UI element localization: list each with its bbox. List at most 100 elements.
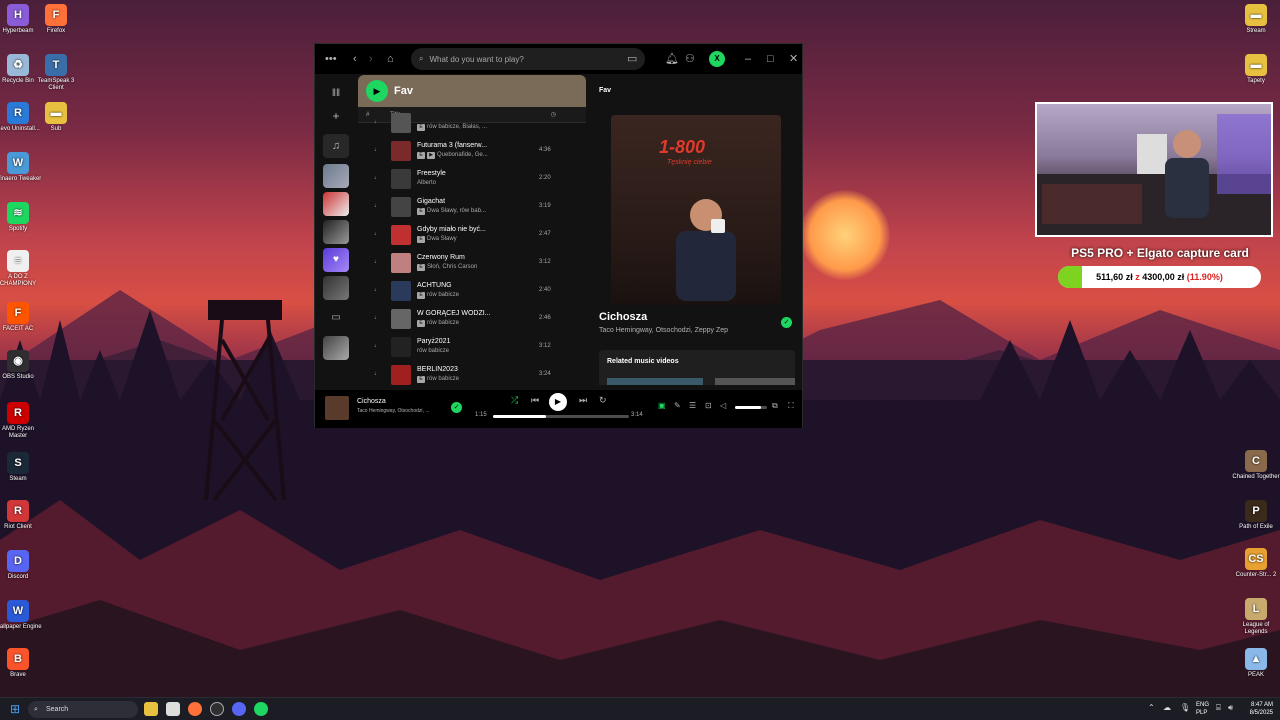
desktop-icon-league-of-legends[interactable]: L League of Legends — [1232, 598, 1280, 636]
desktop-icon-a-do-z-championy[interactable]: ≡ A DO Z CHAMPIONY — [0, 250, 42, 288]
song-title[interactable]: Cichosza — [599, 311, 647, 323]
desktop-icon-counter-str-2[interactable]: CS Counter-Str... 2 — [1232, 548, 1280, 579]
desktop-icon-discord[interactable]: D Discord — [0, 550, 42, 581]
connect-device-icon[interactable]: ⊡ — [705, 401, 712, 410]
taskbar-search[interactable]: ⌕ Search — [28, 701, 138, 718]
player-saved-check-icon[interactable]: ✓ — [451, 402, 462, 413]
repeat-icon[interactable]: ↻ — [599, 395, 607, 406]
desktop-icon-winaero-tweaker[interactable]: W Winaero Tweaker — [0, 152, 42, 183]
track-artists[interactable]: E ▶ Quebonafide, Ge... — [417, 152, 488, 159]
track-title[interactable]: BERLIN2023 — [417, 366, 458, 373]
discord-taskbar-icon[interactable] — [232, 702, 246, 716]
track-title[interactable]: Gdyby miało nie być... — [417, 226, 486, 233]
sidebar-playlist-5[interactable] — [323, 336, 349, 360]
desktop-icon-teamspeak-3-client[interactable]: T TeamSpeak 3 Client — [32, 54, 80, 92]
browse-icon[interactable]: ▭ — [627, 44, 637, 74]
next-track-icon[interactable]: ⏭ — [579, 395, 587, 406]
queue-icon[interactable]: ☰ — [689, 401, 696, 410]
desktop-icon-firefox[interactable]: F Firefox — [32, 4, 80, 35]
desktop-icon-obs-studio[interactable]: ◉ OBS Studio — [0, 350, 42, 381]
play-button[interactable]: ▶ — [366, 80, 388, 102]
minimize-icon[interactable]: – — [745, 44, 751, 74]
track-title[interactable]: Czerwony Rum — [417, 254, 465, 261]
sidebar-playlist-1[interactable] — [323, 164, 349, 188]
music-note-icon[interactable]: ♫ — [323, 134, 349, 158]
track-row[interactable]: ♩ Gdyby miało nie być... E Dwa Sławy 2:47 — [358, 221, 586, 249]
desktop-icon-spotify[interactable]: ≋ Spotify — [0, 202, 42, 233]
network-icon[interactable]: ⌸ — [1216, 703, 1221, 713]
track-row[interactable]: ♩ Freestyle Alberto 2:20 — [358, 165, 586, 193]
player-album-art[interactable] — [325, 396, 349, 420]
maximize-icon[interactable]: □ — [767, 44, 774, 74]
track-artists[interactable]: Alberto — [417, 180, 436, 186]
notifications-bell-icon[interactable]: 🔔︎ — [665, 44, 679, 74]
desktop-icon-amd-ryzen-master[interactable]: R AMD Ryzen Master — [0, 402, 42, 440]
saved-check-icon[interactable]: ✓ — [781, 317, 792, 328]
track-title[interactable]: W GORĄCEJ WODZI... — [417, 310, 491, 317]
back-arrow-icon[interactable]: ‹ — [353, 44, 357, 74]
tray-chevron-icon[interactable]: ⌃ — [1148, 703, 1155, 712]
spotify-taskbar-icon[interactable] — [254, 702, 268, 716]
previous-track-icon[interactable]: ⏮ — [531, 395, 539, 406]
fullscreen-icon[interactable]: ⛶ — [788, 401, 794, 411]
track-artists[interactable]: Erów babicze — [417, 292, 459, 299]
desktop-icon-steam[interactable]: S Steam — [0, 452, 42, 483]
volume-icon[interactable]: ◁ — [720, 401, 726, 410]
player-track-artists[interactable]: Taco Hemingway, Otsochodzi, ... — [357, 408, 429, 414]
track-artists[interactable]: Erów babicze, Białas, ... — [417, 124, 487, 131]
track-row[interactable]: ♩ Futurama 3 (fanserw... E ▶ Quebonafide, Ge… — [358, 137, 586, 165]
track-artists[interactable]: E Dwa Sławy — [417, 236, 457, 243]
friends-activity-icon[interactable]: ⚇ — [685, 44, 695, 74]
track-row[interactable]: ♩ Gigachat E Dwa Sławy, rów bab... 3:19 — [358, 193, 586, 221]
track-title[interactable]: Paryż2021 — [417, 338, 450, 345]
track-row[interactable]: ♩ BERLIN2023 Erów babicze 3:24 — [358, 361, 586, 385]
volume-slider[interactable] — [735, 406, 767, 409]
desktop-icon-sub[interactable]: ▬ Sub — [32, 102, 80, 133]
create-playlist-icon[interactable]: + — [323, 104, 349, 128]
progress-bar[interactable] — [493, 415, 629, 418]
desktop-icon-faceit-ac[interactable]: F FACEIT AC — [0, 302, 42, 333]
desktop-icon-peak[interactable]: ▲ PEAK — [1232, 648, 1280, 679]
store-icon[interactable] — [166, 702, 180, 716]
track-title[interactable]: Freestyle — [417, 170, 446, 177]
track-title[interactable]: Futurama 3 (fanserw... — [417, 142, 487, 149]
firefox-taskbar-icon[interactable] — [188, 702, 202, 716]
file-explorer-icon[interactable] — [144, 702, 158, 716]
desktop-icon-wallpaper-engine[interactable]: W Wallpaper Engine — [0, 600, 42, 631]
track-row[interactable]: ♩ ACHTUNG Erów babicze 2:40 — [358, 277, 586, 305]
shuffle-icon[interactable]: ⤮ — [511, 395, 518, 406]
miniplayer-icon[interactable]: ⧉ — [772, 401, 778, 411]
song-artists[interactable]: Taco Hemingway, Otsochodzi, Zeppy Zep — [599, 327, 728, 334]
close-icon[interactable]: ✕ — [789, 44, 798, 74]
language-indicator[interactable]: ENG PLP — [1196, 701, 1209, 717]
track-artists[interactable]: Erów babicze — [417, 376, 459, 383]
avatar[interactable]: X — [709, 51, 725, 67]
track-row[interactable]: ♩ Czerwony Rum E Słoń, Chris Carson 3:12 — [358, 249, 586, 277]
more-options-icon[interactable]: ••• — [325, 44, 337, 74]
speaker-icon[interactable]: 🔊︎ — [1228, 703, 1233, 713]
track-artists[interactable]: Erów babicze — [417, 320, 459, 327]
forward-arrow-icon[interactable]: › — [369, 44, 373, 74]
track-artists[interactable]: E Słoń, Chris Carson — [417, 264, 477, 271]
library-icon[interactable]: ‖‖ — [323, 82, 349, 106]
folder-icon[interactable]: ▭ — [323, 306, 349, 330]
desktop-icon-riot-client[interactable]: R Riot Client — [0, 500, 42, 531]
desktop-icon-path-of-exile[interactable]: P Path of Exile — [1232, 500, 1280, 531]
desktop-icon-tapety[interactable]: ▬ Tapety — [1232, 54, 1280, 85]
related-video-thumb-1[interactable] — [607, 378, 703, 385]
desktop-icon-brave[interactable]: B Brave — [0, 648, 42, 679]
track-row[interactable]: ♩ Paryż2021 rów babicze 3:12 — [358, 333, 586, 361]
related-video-thumb-2[interactable] — [715, 378, 795, 385]
desktop-icon-chained-together[interactable]: C Chained Together — [1232, 450, 1280, 481]
play-pause-button[interactable]: ▶ — [549, 393, 567, 411]
sidebar-playlist-2[interactable] — [323, 192, 349, 216]
lyrics-icon[interactable]: ✎ — [674, 401, 681, 410]
track-row[interactable]: ♩ Erów babicze, Białas, ... — [358, 109, 586, 137]
desktop-icon-stream[interactable]: ▬ Stream — [1232, 4, 1280, 35]
liked-songs-heart-icon[interactable]: ♥ — [323, 248, 349, 272]
track-artists[interactable]: E Dwa Sławy, rów bab... — [417, 208, 486, 215]
microphone-icon[interactable]: 🎙︎ — [1180, 703, 1190, 712]
windows-start-icon[interactable]: ⊞ — [10, 702, 20, 716]
now-playing-view-icon[interactable]: ▣ — [658, 401, 666, 410]
player-track-title[interactable]: Cichosza — [357, 398, 386, 405]
